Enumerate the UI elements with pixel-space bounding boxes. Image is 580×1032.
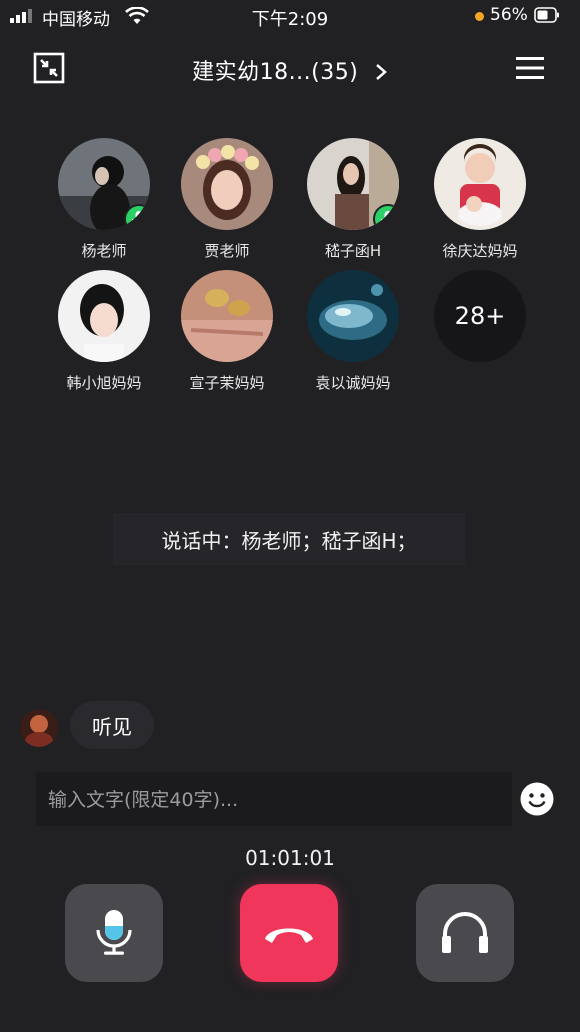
status-bar: 中国移动 下午2:09 56% [0,0,580,32]
emoji-icon[interactable] [520,782,554,816]
member-name: 贾老师 [204,242,250,260]
hangup-phone-icon [265,928,313,943]
menu-icon[interactable] [516,54,544,82]
chevron-right-icon [375,64,387,80]
more-members-count: 28+ [434,270,526,362]
member-item[interactable]: 宣子茉妈妈 [167,270,287,393]
message-input[interactable] [46,772,490,828]
member-name: 宣子茉妈妈 [189,374,265,392]
group-title-text: 建实幼18...(35) [192,60,359,85]
message-input-container [36,772,512,828]
mic-button[interactable] [65,884,163,982]
member-item[interactable]: 韩小旭妈妈 [44,270,164,393]
battery-percent: 56% [490,5,528,25]
member-name: 嵇子函H [324,242,382,260]
member-name: 韩小旭妈妈 [66,374,142,392]
avatar [307,138,399,230]
headphones-icon [442,912,488,953]
avatar [181,270,273,362]
avatar [58,138,150,230]
member-item[interactable]: 贾老师 [167,138,287,261]
avatar [58,270,150,362]
recording-dot [475,12,484,21]
battery-icon [534,7,559,23]
speaking-mic-badge [124,204,150,230]
call-timer: 01:01:01 [245,846,335,870]
member-name: 徐庆达妈妈 [442,242,518,260]
avatar [307,270,399,362]
member-item[interactable]: 袁以诚妈妈 [293,270,413,393]
hangup-button[interactable] [240,884,338,982]
member-item[interactable]: 杨老师 [44,138,164,261]
chat-bubble: 听见 [70,701,154,749]
speaking-indicator: 说话中：杨老师；嵇子函H； [113,513,465,565]
avatar [181,138,273,230]
member-item[interactable]: 嵇子函H [293,138,413,261]
call-header: 建实幼18...(35) [0,42,580,92]
member-name: 杨老师 [81,242,127,260]
more-members[interactable]: 28+ [420,270,540,362]
avatar [20,709,58,747]
avatar [434,138,526,230]
member-name: 袁以诚妈妈 [315,374,391,392]
speaking-mic-badge [373,204,399,230]
group-title[interactable]: 建实幼18...(35) [0,54,580,86]
speaker-button[interactable] [416,884,514,982]
member-item[interactable]: 徐庆达妈妈 [420,138,540,261]
microphone-icon [96,910,132,955]
